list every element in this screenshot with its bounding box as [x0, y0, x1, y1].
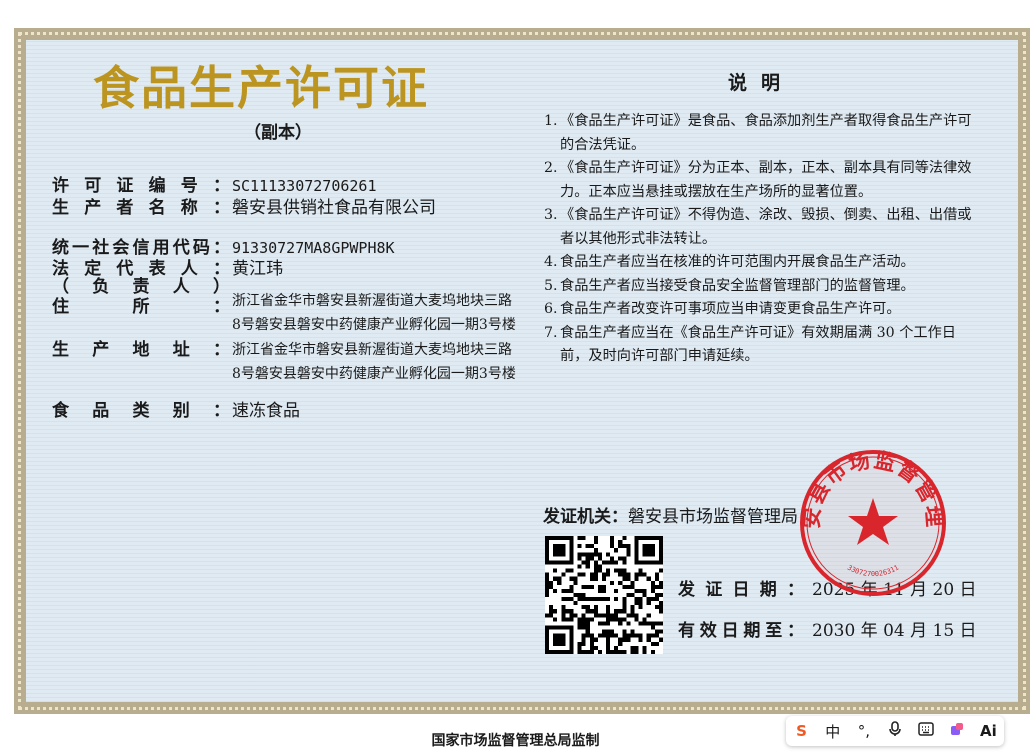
field-label: 统一社会信用代码： [52, 238, 230, 258]
note-text: 食品生产者改变许可事项应当申请变更食品生产许可。 [560, 301, 901, 317]
note-number: 5. [544, 277, 558, 294]
issuer-value: 磐安县市场监督管理局 [628, 507, 798, 527]
field-value-line1: 浙江省金华市磐安县新渥街道大麦坞地块三路 [232, 342, 512, 358]
note-text: 食品生产者应当接受食品安全监督管理部门的监督管理。 [560, 277, 915, 294]
valid-until-label: 有效日期至： [678, 621, 804, 641]
ime-chinese-mode-button[interactable]: 中 [821, 721, 845, 742]
note-number: 1. [544, 113, 558, 129]
note-number: 2. [544, 160, 558, 176]
copy-label: （副本） [244, 123, 312, 143]
field-label: 生产地址： [52, 340, 230, 360]
field-value: 速冻食品 [232, 401, 300, 421]
note-item: 5. 食品生产者应当接受食品安全监督管理部门的监督管理。 [544, 275, 976, 299]
note-number: 7. [544, 324, 558, 341]
notes-title: 说明 [728, 72, 795, 94]
note-number: 4. [544, 254, 558, 270]
field-label: 许可证编号： [52, 176, 230, 196]
note-text: 《食品生产许可证》不得伪造、涂改、毁损、倒卖、出租、出借或者以其他形式非法转让。 [560, 207, 972, 247]
field-value: 黄江玮 [232, 259, 283, 279]
certificate-title: 食品生产许可证 [93, 61, 429, 115]
ime-ai-button[interactable]: Ai [976, 722, 1000, 740]
field-value: 91330727MA8GPWPH8K [232, 239, 395, 257]
qr-code[interactable] [545, 536, 663, 654]
official-seal: 磐安县市场监督管理局 3307270026311 [798, 448, 946, 596]
note-text: 《食品生产许可证》分为正本、副本，正本、副本具有同等法律效力。正本应当悬挂或摆放… [560, 160, 972, 200]
field-label: 食品类别： [52, 401, 230, 421]
valid-until-value: 2030 年 04 月 15 日 [812, 621, 977, 641]
field-label: 法定代表人： [52, 259, 230, 279]
note-item: 1. 《食品生产许可证》是食品、食品添加剂生产者取得食品生产许可的合法凭证。 [544, 110, 976, 157]
note-number: 3. [544, 207, 558, 223]
note-item: 4. 食品生产者应当在核准的许可范围内开展食品生产活动。 [544, 251, 976, 275]
skin-icon[interactable] [945, 721, 969, 741]
valid-until: 有效日期至： 2030 年 04 月 15 日 [678, 616, 977, 641]
note-number: 6. [544, 301, 558, 317]
field-value-line1: 浙江省金华市磐安县新渥街道大麦坞地块三路 [232, 293, 512, 309]
ime-toolbar[interactable]: S 中 °, Ai [786, 716, 1004, 746]
note-item: 7. 食品生产者应当在《食品生产许可证》有效期届满 30 个工作日前，及时向许可部… [544, 322, 976, 369]
sogou-logo-icon[interactable]: S [790, 722, 814, 740]
mic-icon[interactable] [883, 721, 907, 741]
issuer: 发证机关：磐安县市场监督管理局 [543, 502, 798, 527]
issuer-label: 发证机关： [543, 507, 628, 527]
note-text: 食品生产者应当在《食品生产许可证》有效期届满 30 个工作日前，及时向许可部门申… [560, 324, 956, 365]
note-item: 6. 食品生产者改变许可事项应当申请变更食品生产许可。 [544, 298, 976, 322]
qr-code-icon [545, 536, 663, 654]
field-label: 生产者名称： [52, 198, 230, 218]
note-text: 《食品生产许可证》是食品、食品添加剂生产者取得食品生产许可的合法凭证。 [560, 113, 972, 153]
note-item: 2. 《食品生产许可证》分为正本、副本，正本、副本具有同等法律效力。正本应当悬挂或… [544, 157, 976, 204]
keyboard-icon[interactable] [914, 722, 938, 740]
field-label: （负责人） [52, 277, 230, 297]
ime-punctuation-button[interactable]: °, [852, 722, 876, 740]
notes-list: 1. 《食品生产许可证》是食品、食品添加剂生产者取得食品生产许可的合法凭证。 2.… [544, 110, 976, 369]
field-value: 磐安县供销社食品有限公司 [232, 198, 436, 218]
note-item: 3. 《食品生产许可证》不得伪造、涂改、毁损、倒卖、出租、出借或者以其他形式非法转… [544, 204, 976, 251]
note-text: 食品生产者应当在核准的许可范围内开展食品生产活动。 [560, 254, 915, 270]
issue-date-label: 发证日期： [678, 580, 804, 600]
field-value-line2: 8号磐安县磐安中药健康产业孵化园一期3号楼 [232, 317, 516, 333]
field-value: SC11133072706261 [232, 177, 377, 195]
field-label: 住所： [52, 297, 230, 317]
field-value-line2: 8号磐安县磐安中药健康产业孵化园一期3号楼 [232, 366, 516, 382]
